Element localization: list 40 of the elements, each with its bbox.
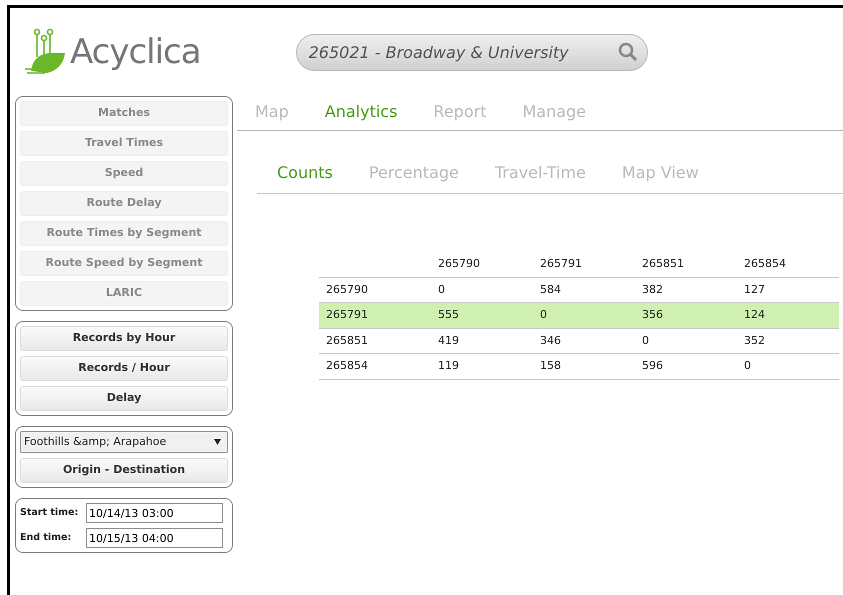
sidebar-button[interactable]: Origin - Destination [20, 458, 228, 483]
tab[interactable]: Percentage [368, 161, 459, 185]
logo-text: Acyclica [70, 30, 201, 74]
row-header: 265791 [319, 302, 431, 328]
sidebar-button[interactable]: Delay [20, 386, 228, 411]
column-header: 265790 [431, 252, 533, 277]
search-field[interactable]: 265021 - Broadway & University [296, 34, 648, 70]
tab[interactable]: Map View [622, 161, 699, 185]
column-header: 265854 [737, 252, 839, 277]
tab[interactable]: Travel-Time [494, 161, 586, 185]
tab[interactable]: Report [433, 100, 486, 124]
field-label: Start time: [20, 506, 80, 520]
search-icon[interactable] [618, 42, 638, 62]
tab[interactable]: Analytics [324, 100, 398, 124]
table-cell: 596 [635, 354, 737, 379]
table-cell: 555 [431, 302, 533, 328]
table-cell: 119 [431, 354, 533, 379]
sidebar-button[interactable]: Records by Hour [20, 326, 228, 351]
table-cell: 346 [533, 328, 635, 354]
tab[interactable]: Counts [277, 161, 333, 185]
sidebar-button[interactable]: Records / Hour [20, 356, 228, 381]
table-cell: 0 [737, 354, 839, 379]
table-cell: 124 [737, 302, 839, 328]
table-cell: 356 [635, 302, 737, 328]
row-header: 265851 [319, 328, 431, 354]
time-input[interactable]: 10/14/13 03:00 [86, 503, 223, 523]
tab[interactable]: Manage [522, 100, 586, 124]
table-cell: 0 [533, 302, 635, 328]
table-cell: 419 [431, 328, 533, 354]
table-cell: 352 [737, 328, 839, 354]
time-input[interactable]: 10/15/13 04:00 [86, 528, 223, 548]
table-cell: 158 [533, 354, 635, 379]
table-cell: 0 [635, 328, 737, 354]
column-header: 265851 [635, 252, 737, 277]
row-header: 265854 [319, 354, 431, 379]
tab[interactable]: Map [255, 100, 289, 124]
caret-icon [214, 439, 221, 445]
column-header: 265791 [533, 252, 635, 277]
route-dropdown[interactable]: Foothills &amp; Arapahoe [20, 431, 228, 453]
field-label: End time: [20, 530, 72, 545]
